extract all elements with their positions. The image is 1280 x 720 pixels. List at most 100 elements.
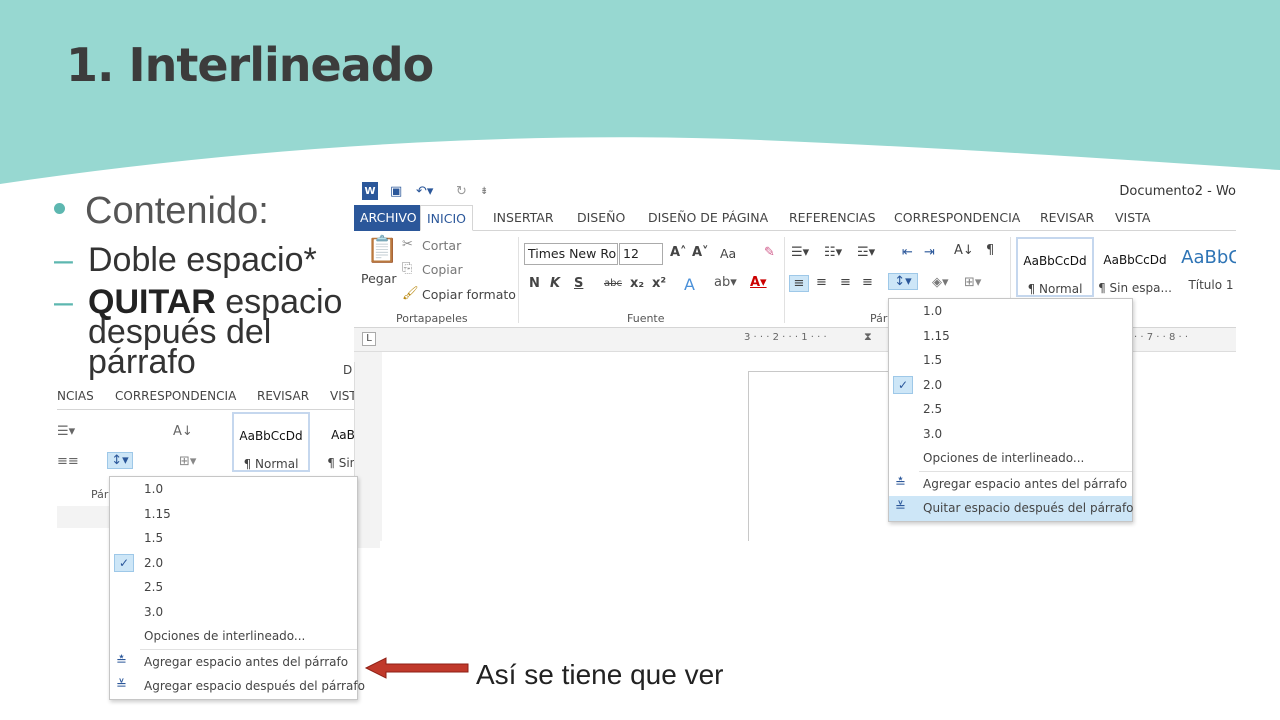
justify-icon[interactable]: ≡ [862,275,873,290]
borders-icon[interactable]: ⊞▾ [179,454,196,469]
ribbon-tabs: ARCHIVO INICIO INSERTAR DISEÑO DISEÑO DE… [354,205,1236,231]
underline-icon[interactable]: S [574,276,583,291]
customize-qat-icon[interactable]: ⇟ [480,182,488,200]
style-normal[interactable]: AaBbCcDd ¶ Normal [1016,237,1094,297]
tab-referencias[interactable]: REFERENCIAS [783,205,882,231]
tab-diseno[interactable]: DISEÑO [571,205,631,231]
tab-correspondencia[interactable]: CORRESPONDENCIA [888,205,1026,231]
line-spacing-menu-right: 1.0 1.15 1.5 ✓ 2.0 2.5 3.0 Opciones de in… [888,298,1134,522]
bullet-list: Contenido: – Doble espacio* – QUITAR espac… [54,190,354,379]
ruler-right-numbers: · · 7 · · 8 · · [1134,332,1189,343]
cut-button[interactable]: Cortar [422,238,461,253]
sub-bullet-1: – Doble espacio* [54,243,354,277]
style-no-spacing[interactable]: AaBbCcDd ¶ Sin espa... [1096,237,1174,297]
font-color-icon[interactable]: A▾ [750,275,767,290]
space-after-icon: ≚ [116,678,127,693]
space-after-icon: ≚ [895,500,906,515]
undo-icon[interactable]: ↶▾ [416,182,433,200]
remove-space-after-item[interactable]: ≚ Quitar espacio después del párrafo [889,496,1134,521]
spacing-option-2-0[interactable]: ✓ 2.0 [889,373,1132,398]
italic-icon[interactable]: K [550,276,560,291]
spacing-option-3-0[interactable]: 3.0 [110,600,357,625]
sort-icon[interactable]: A↓ [954,243,974,258]
indent-marker-icon[interactable]: ⧗ [864,330,872,344]
increase-indent-icon[interactable]: ⇥ [924,245,935,260]
multilevel-list-icon[interactable]: ☲▾ [857,245,875,260]
font-name-select[interactable]: Times New Ro [524,243,618,265]
line-spacing-icon[interactable]: ↕▾ [107,452,133,469]
spacing-option-2-5[interactable]: 2.5 [889,397,1132,422]
spacing-option-1-0[interactable]: 1.0 [889,299,1132,324]
shading-icon[interactable]: ◈▾ [932,275,949,290]
spacing-option-1-15[interactable]: 1.15 [889,324,1132,349]
group-label-paragraph: Pár [91,488,109,501]
multilevel-list-icon[interactable]: ☰▾ [57,424,75,439]
checkmark-icon: ✓ [114,553,134,572]
style-name: ¶ Normal [1027,282,1083,296]
change-case-button[interactable]: Aa [720,246,736,261]
add-space-before-item[interactable]: ≛ Agregar espacio antes del párrafo [889,472,1132,497]
align-center-icon[interactable]: ≡ [816,275,827,290]
tab-vista-partial[interactable]: VIST [330,389,357,403]
text-effects-icon[interactable]: A [684,275,695,294]
spacing-option-label: 2.0 [923,377,943,392]
font-size-select[interactable]: 12 [619,243,663,265]
bold-icon[interactable]: N [529,276,540,291]
group-label-font: Fuente [627,312,665,325]
spacing-option-2-5[interactable]: 2.5 [110,575,357,600]
redo-icon[interactable]: ↻ [456,182,467,200]
spacing-option-2-0[interactable]: ✓ 2.0 [110,551,357,576]
tab-revisar[interactable]: REVISAR [1034,205,1100,231]
add-space-after-item[interactable]: ≚ Agregar espacio después del párrafo [110,674,365,699]
spacing-option-3-0[interactable]: 3.0 [889,422,1132,447]
group-separator [784,237,785,323]
spacing-option-1-5[interactable]: 1.5 [110,526,357,551]
pointer-arrow-icon [364,657,469,679]
style-normal[interactable]: AaBbCcDd ¶ Normal [232,412,310,472]
highlight-icon[interactable]: ab▾ [714,275,737,290]
line-spacing-options-item[interactable]: Opciones de interlineado... [889,446,1132,471]
add-space-before-item[interactable]: ≛ Agregar espacio antes del párrafo [110,650,357,675]
superscript-icon[interactable]: x² [652,276,666,291]
line-spacing-options-item[interactable]: Opciones de interlineado... [110,624,357,649]
paste-button[interactable]: Pegar [361,271,397,286]
strikethrough-icon[interactable]: abc [604,278,622,289]
checkmark-icon: ✓ [893,375,913,394]
tab-vista[interactable]: VISTA [1109,205,1156,231]
style-preview: AaBbCcDd [239,429,303,443]
paste-icon[interactable]: 📋 [366,235,398,265]
tab-insertar[interactable]: INSERTAR [487,205,560,231]
tab-selector-icon[interactable]: L [362,332,376,346]
tab-archivo[interactable]: ARCHIVO [354,205,423,231]
subscript-icon[interactable]: x₂ [630,276,644,291]
sort-icon[interactable]: A↓ [173,424,193,439]
format-painter-button[interactable]: Copiar formato [422,287,516,302]
grow-font-icon[interactable]: A˄ [670,245,687,260]
group-label-clipboard: Portapapeles [396,312,468,325]
spacing-option-1-5[interactable]: 1.5 [889,348,1132,373]
decrease-indent-icon[interactable]: ⇤ [902,245,913,260]
numbering-icon[interactable]: ☷▾ [824,245,842,260]
tab-inicio[interactable]: INICIO [420,205,473,231]
tab-revisar[interactable]: REVISAR [257,389,309,403]
style-preview: AaBbCcDd [1103,253,1167,267]
copy-button[interactable]: Copiar [422,262,463,277]
style-heading-1[interactable]: AaBbC Título 1 [1176,237,1236,297]
line-spacing-icon[interactable]: ↕▾ [888,273,918,290]
show-marks-icon[interactable]: ¶ [986,243,994,258]
align-left-icon[interactable]: ≡ [789,275,809,292]
shrink-font-icon[interactable]: A˅ [692,245,709,260]
group-separator [518,237,519,323]
spacing-option-1-15[interactable]: 1.15 [110,502,357,527]
tab-correspondencia[interactable]: CORRESPONDENCIA [115,389,236,403]
bullets-icon[interactable]: ☰▾ [791,245,809,260]
tabs-underline [57,409,357,410]
tab-diseno-pagina[interactable]: DISEÑO DE PÁGINA [642,205,774,231]
tab-referencias-partial[interactable]: NCIAS [57,389,94,403]
spacing-option-1-0[interactable]: 1.0 [110,477,357,502]
align-right-icon[interactable]: ≡ [840,275,851,290]
save-icon[interactable]: ▣ [390,182,402,200]
borders-icon[interactable]: ⊞▾ [964,275,981,290]
justify-icon[interactable]: ≡≡ [57,454,79,469]
clear-format-icon[interactable]: ✎ [764,245,775,260]
